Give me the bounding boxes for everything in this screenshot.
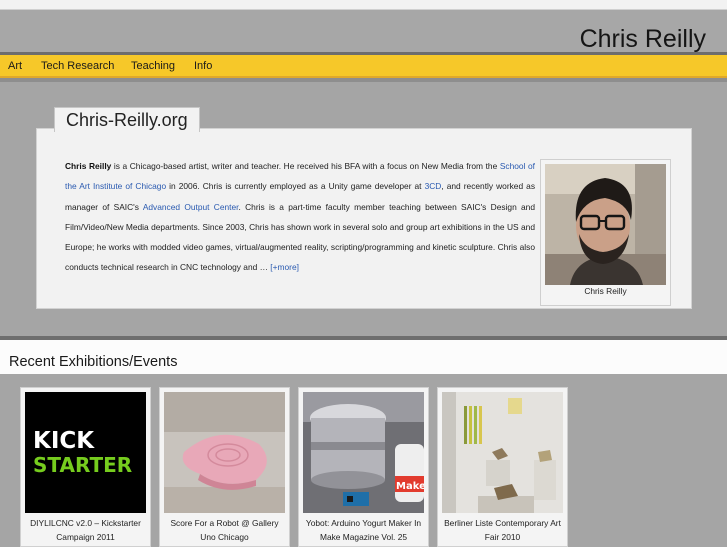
event-caption: Yobot: Arduino Yogurt Maker In Make Maga… <box>305 518 422 542</box>
portrait-caption: Chris Reilly <box>584 286 627 296</box>
event-caption: DIYLILCNC v2.0 – Kickstarter Campaign 20… <box>30 518 141 542</box>
bio-name: Chris Reilly <box>65 161 112 171</box>
nav-item-tech-research[interactable]: Tech Research <box>41 60 114 72</box>
site-title[interactable]: Chris Reilly <box>580 25 706 54</box>
kickstarter-logo-kick: KICK <box>33 428 95 454</box>
about-tab: Chris-Reilly.org <box>54 107 200 132</box>
bio-text-4: . Chris is a part-time faculty member te… <box>65 201 535 273</box>
event-caption: Score For a Robot @ Gallery Uno Chicago <box>170 518 279 542</box>
yobot-thumbnail: Make <box>303 392 424 513</box>
bio-text-2: in 2006. Chris is currently employed as … <box>166 181 425 192</box>
kickstarter-thumbnail: KICK STARTER <box>25 392 146 513</box>
event-caption: Berliner Liste Contemporary Art Fair 201… <box>444 518 561 542</box>
more-link[interactable]: [+more] <box>270 262 299 272</box>
bio-text: Chris Reilly is a Chicago-based artist, … <box>65 156 535 278</box>
about-panel: Chris Reilly is a Chicago-based artist, … <box>36 128 692 309</box>
advanced-output-center-link[interactable]: Advanced Output Center <box>143 202 239 212</box>
berliner-liste-thumbnail <box>442 392 563 513</box>
top-strip <box>0 0 727 10</box>
kickstarter-logo-starter: STARTER <box>33 453 132 477</box>
nav-item-art[interactable]: Art <box>8 60 22 72</box>
main-nav: Art Tech Research Teaching Info <box>0 55 727 78</box>
score-for-a-robot-thumbnail <box>164 392 285 513</box>
nav-shadow <box>0 78 727 82</box>
make-label-text: Make <box>396 481 424 492</box>
site-header: Chris Reilly <box>0 10 727 54</box>
events-header: Recent Exhibitions/Events <box>0 340 727 374</box>
portrait-frame: Chris Reilly <box>540 159 671 306</box>
event-card-score-for-a-robot[interactable]: Score For a Robot @ Gallery Uno Chicago <box>159 387 290 547</box>
nav-item-info[interactable]: Info <box>194 60 212 72</box>
event-card-kickstarter[interactable]: KICK STARTER DIYLILCNC v2.0 – Kickstarte… <box>20 387 151 547</box>
events-title: Recent Exhibitions/Events <box>9 354 178 370</box>
portrait-photo[interactable] <box>545 164 666 285</box>
3cd-link[interactable]: 3CD <box>425 181 442 191</box>
nav-item-teaching[interactable]: Teaching <box>131 60 175 72</box>
event-card-yobot[interactable]: Make Yobot: Arduino Yogurt Maker In Make… <box>298 387 429 547</box>
bio-text-1: is a Chicago-based artist, writer and te… <box>111 161 500 171</box>
about-tab-title: Chris-Reilly.org <box>66 110 188 130</box>
event-card-berliner-liste[interactable]: Berliner Liste Contemporary Art Fair 201… <box>437 387 568 547</box>
